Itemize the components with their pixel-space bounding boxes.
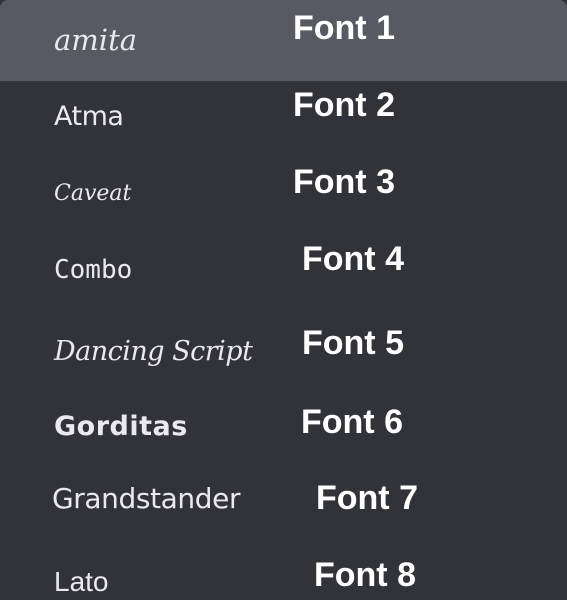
font-number-label: Font 3 [293,163,395,201]
font-number-label: Font 1 [293,9,395,47]
font-name-label: Lato [54,566,109,597]
font-number-label: Font 7 [316,479,418,517]
font-option-amita[interactable]: amita Font 1 [0,0,567,76]
font-number-label: Font 8 [314,556,416,594]
font-name-label: Combo [54,255,133,285]
font-name-label: amita [54,23,138,57]
font-number-label: Font 6 [301,403,403,441]
font-number-label: Font 4 [302,240,404,278]
font-name-label: Gorditas [54,411,188,442]
font-name-label: Dancing Script [54,336,253,367]
font-dropdown-menu: amita Font 1 Atma Font 2 Caveat Font 3 C… [0,0,567,600]
font-name-label: Atma [54,101,124,132]
font-name-label: Caveat [54,181,132,206]
font-number-label: Font 5 [302,324,404,362]
font-number-label: Font 2 [293,86,395,124]
font-name-label: Grandstander [52,482,241,515]
